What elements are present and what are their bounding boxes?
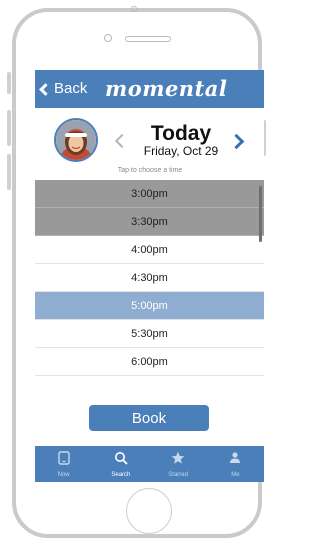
back-button[interactable]: Back: [39, 80, 88, 97]
tab-now[interactable]: Now: [35, 446, 92, 482]
tab-search-label: Search: [111, 472, 131, 478]
next-day-icon[interactable]: [228, 133, 245, 150]
nav-bar: Back momental: [35, 70, 264, 108]
front-camera-icon: [104, 34, 112, 42]
home-button[interactable]: [126, 488, 172, 534]
date-header: Today Friday, Oct 29 Tap to choose a tim…: [35, 108, 264, 180]
tab-starred-label: Starred: [168, 472, 188, 478]
star-icon: [171, 451, 185, 464]
app-screen: Back momental Today Friday, Oct 29 Tap t…: [35, 70, 264, 482]
camera-icon: [131, 6, 137, 12]
hint-text: Tap to choose a time: [117, 167, 183, 174]
time-slot[interactable]: 4:00pm: [35, 236, 264, 264]
tab-now-label: Now: [57, 472, 70, 478]
back-label: Back: [54, 80, 88, 97]
tab-bar: Now Search Starred Me: [35, 446, 264, 482]
book-button[interactable]: Book: [89, 405, 209, 431]
volume-up-button: [7, 110, 11, 146]
person-icon: [230, 452, 241, 463]
scrollbar[interactable]: [259, 186, 262, 242]
time-slot[interactable]: 3:30pm: [35, 208, 264, 236]
day-title: Today: [150, 122, 212, 145]
tab-me-label: Me: [231, 472, 240, 478]
chevron-left-icon: [39, 82, 52, 96]
app-logo: momental: [105, 76, 228, 101]
volume-down-button: [7, 154, 11, 190]
time-slot[interactable]: 3:00pm: [35, 180, 264, 208]
time-slot[interactable]: 5:30pm: [35, 320, 264, 348]
tab-search[interactable]: Search: [92, 446, 149, 482]
tab-starred[interactable]: Starred: [150, 446, 207, 482]
date-subtitle: Friday, Oct 29: [143, 144, 219, 158]
time-slot-list[interactable]: 3:00pm 3:30pm 4:00pm 4:30pm 5:00pm 5:30p…: [35, 180, 264, 390]
search-icon: [114, 452, 128, 465]
time-slot[interactable]: 4:30pm: [35, 264, 264, 292]
silent-switch: [7, 72, 11, 94]
avatar-photo: [56, 120, 96, 160]
time-slot[interactable]: 6:00pm: [35, 348, 264, 376]
avatar[interactable]: [54, 118, 98, 162]
tab-me[interactable]: Me: [207, 446, 264, 482]
time-slot-selected[interactable]: 5:00pm: [35, 292, 264, 320]
previous-day-icon[interactable]: [114, 133, 130, 149]
earpiece-speaker: [125, 36, 171, 42]
phone-icon: [57, 451, 70, 465]
